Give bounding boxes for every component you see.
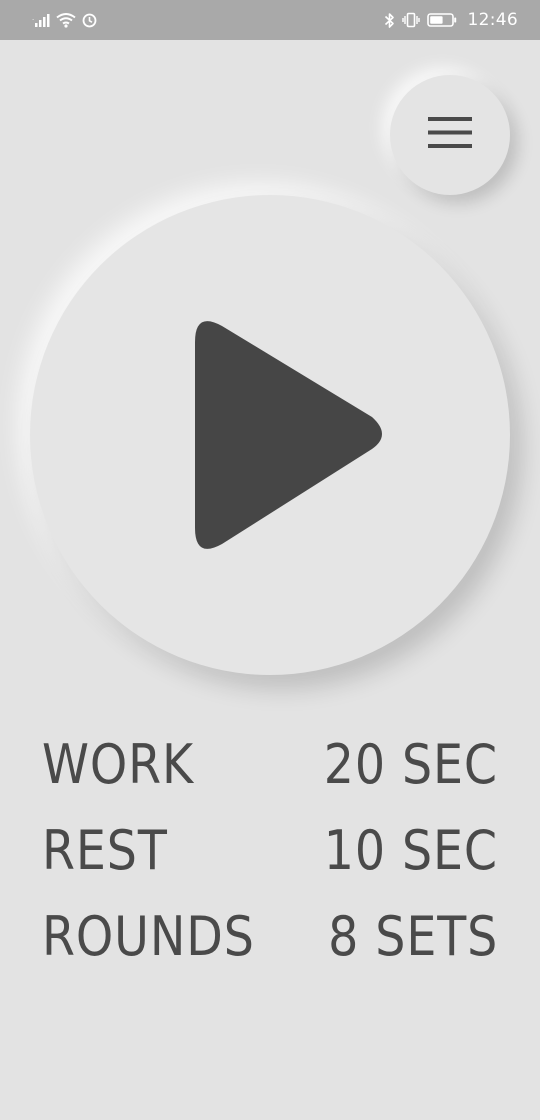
status-left: . bbox=[32, 12, 97, 28]
signal-icon: . bbox=[32, 12, 50, 28]
status-time: 12:46 bbox=[467, 10, 518, 30]
stat-row-work: WORK 20 SEC bbox=[42, 722, 498, 808]
bluetooth-icon bbox=[384, 12, 395, 29]
rounds-value: 8 SETS bbox=[327, 905, 498, 968]
alarm-icon bbox=[82, 13, 97, 28]
interval-stats: WORK 20 SEC REST 10 SEC ROUNDS 8 SETS bbox=[42, 722, 498, 980]
status-bar: . 12:46 bbox=[0, 0, 540, 40]
play-icon bbox=[195, 321, 382, 549]
rounds-label: ROUNDS bbox=[42, 905, 255, 968]
svg-text:.: . bbox=[32, 14, 34, 22]
screen: . 12:46 WORK 20 SEC REST 10 SEC ROUNDS 8… bbox=[0, 0, 540, 1120]
status-right: 12:46 bbox=[384, 10, 519, 30]
menu-button[interactable] bbox=[390, 75, 510, 195]
play-button[interactable] bbox=[30, 195, 510, 675]
stat-row-rest: REST 10 SEC bbox=[42, 808, 498, 894]
battery-icon bbox=[426, 12, 457, 28]
work-label: WORK bbox=[42, 733, 195, 796]
stat-row-rounds: ROUNDS 8 SETS bbox=[42, 894, 498, 980]
work-value: 20 SEC bbox=[323, 733, 498, 796]
rest-value: 10 SEC bbox=[323, 819, 498, 882]
hamburger-menu-icon bbox=[426, 116, 474, 154]
vibrate-icon bbox=[401, 12, 420, 28]
wifi-icon bbox=[56, 12, 76, 28]
rest-label: REST bbox=[42, 819, 168, 882]
